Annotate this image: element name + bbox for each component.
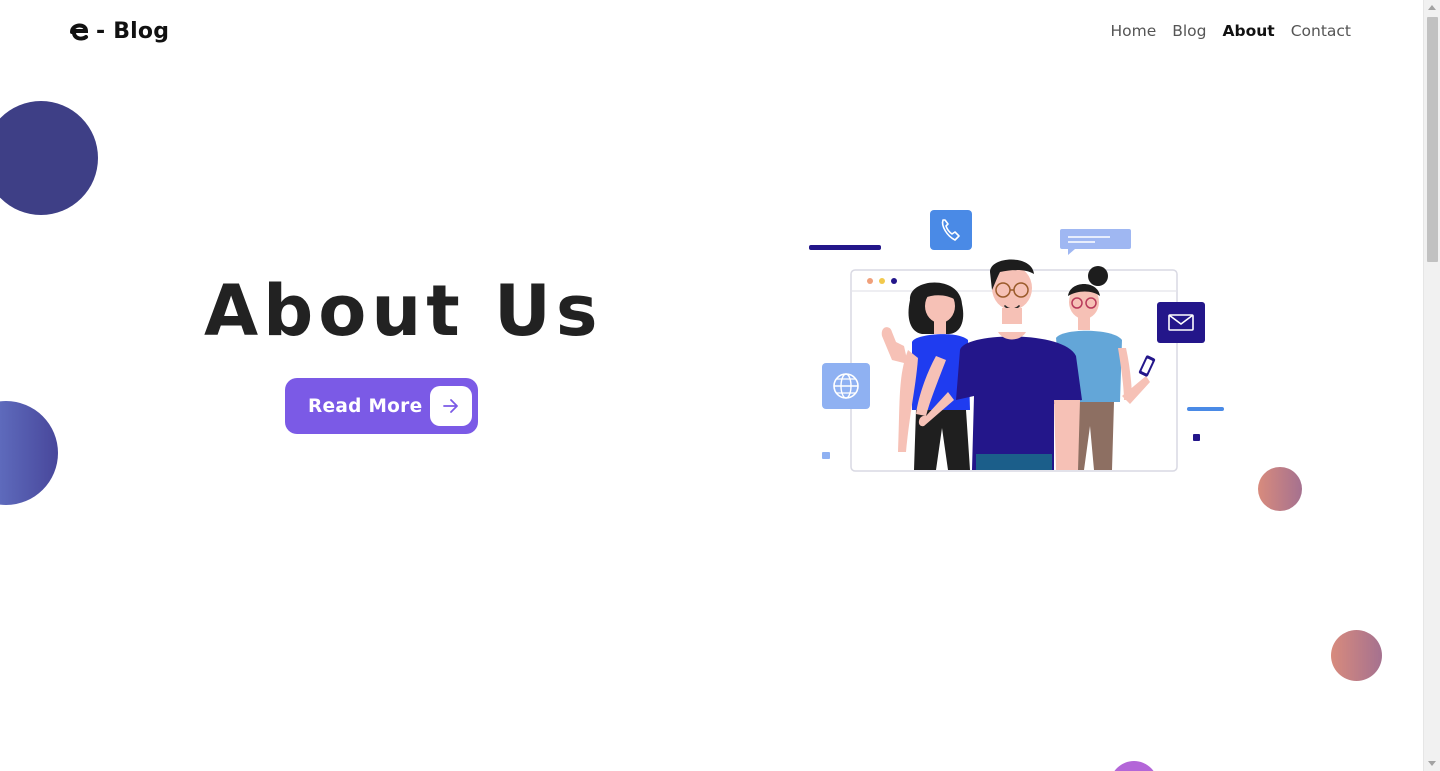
vertical-scrollbar[interactable] (1423, 0, 1440, 771)
decor-circle-right-small (1258, 467, 1302, 511)
phone-icon (930, 210, 972, 250)
chat-bubble-icon (1060, 229, 1131, 255)
read-more-label: Read More (308, 395, 423, 417)
read-more-button[interactable]: Read More (285, 378, 478, 434)
team-illustration (809, 210, 1224, 472)
nav-about[interactable]: About (1223, 22, 1275, 40)
globe-icon (822, 363, 870, 409)
logo-text: - Blog (96, 18, 170, 44)
decor-circle-left (0, 401, 58, 505)
arrow-right-icon (430, 386, 472, 426)
decor-circle-top-left (0, 101, 98, 215)
decor-circle-right-bottom (1331, 630, 1382, 681)
scroll-down-icon[interactable] (1428, 761, 1436, 766)
scroll-up-icon[interactable] (1428, 5, 1436, 10)
logo[interactable]: - Blog (68, 18, 169, 44)
scrollbar-thumb[interactable] (1427, 17, 1438, 262)
nav-home[interactable]: Home (1110, 22, 1156, 40)
decor-circle-bottom (1110, 761, 1158, 771)
page: - Blog Home Blog About Contact About Us … (0, 0, 1423, 771)
e-logo-icon (70, 23, 89, 41)
main-nav: Home Blog About Contact (1110, 22, 1351, 40)
nav-contact[interactable]: Contact (1291, 22, 1351, 40)
page-title: About Us (204, 270, 603, 352)
nav-blog[interactable]: Blog (1172, 22, 1206, 40)
mail-icon (1157, 302, 1205, 343)
